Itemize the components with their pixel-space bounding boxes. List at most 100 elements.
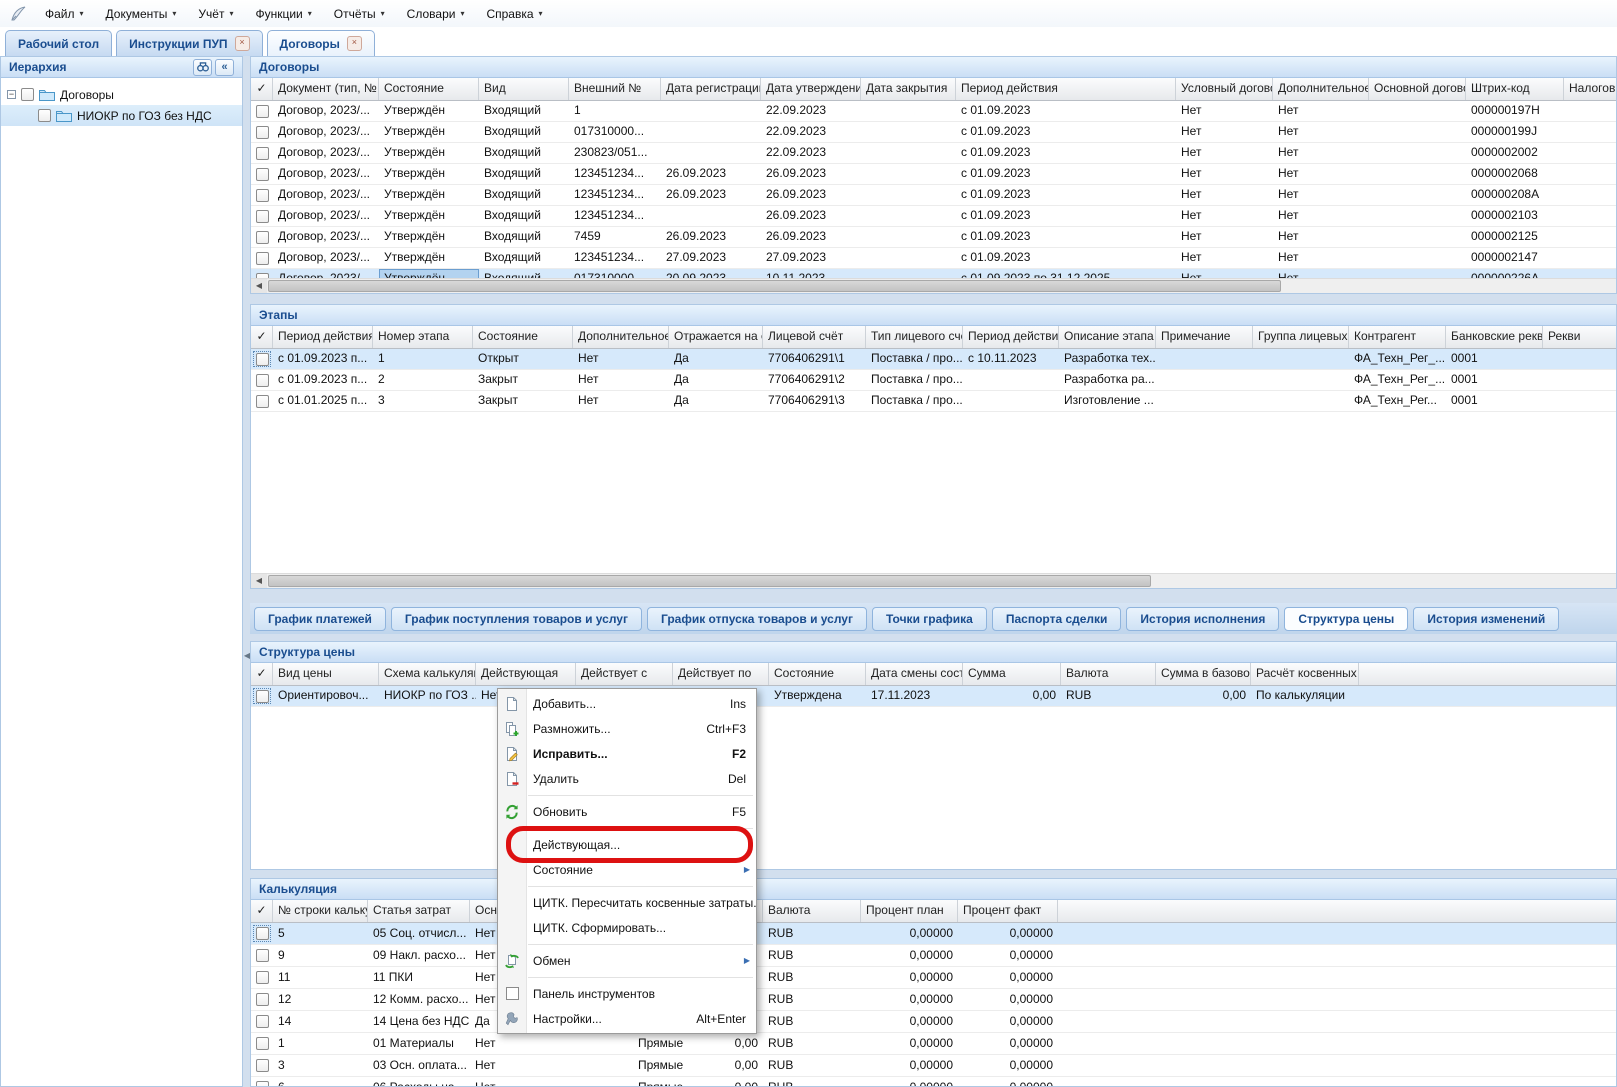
cell[interactable] <box>1369 227 1466 247</box>
cell[interactable]: 0000002103 <box>1466 206 1564 226</box>
cell[interactable]: 000000208A <box>1466 185 1564 205</box>
cell[interactable] <box>251 349 273 369</box>
cell[interactable]: 11 <box>273 967 368 988</box>
cell[interactable]: Ориентировоч... <box>273 686 379 706</box>
cell[interactable]: 27.09.2023 <box>761 248 861 268</box>
cell[interactable]: с 01.09.2023 <box>956 122 1176 142</box>
cell[interactable]: Нет <box>1176 185 1273 205</box>
table-row[interactable]: Договор, 2023/...УтверждёнВходящий123451… <box>251 164 1616 185</box>
cell[interactable]: ФА_Техн_Рег... <box>1349 391 1446 411</box>
column-header[interactable]: Документ (тип, № <box>273 78 379 100</box>
cell[interactable]: Поставка / про... <box>866 370 963 390</box>
cell[interactable]: 0,00000 <box>958 1077 1058 1087</box>
column-header[interactable]: Период действия л <box>963 326 1059 348</box>
row-checkbox[interactable] <box>256 168 269 181</box>
cell[interactable] <box>251 1077 273 1087</box>
column-header[interactable]: Действует по <box>673 663 769 685</box>
cell[interactable] <box>251 206 273 226</box>
context-menu-item[interactable]: ЦИТК. Пересчитать косвенные затраты... <box>498 890 756 915</box>
context-menu-item[interactable]: Размножить...Ctrl+F3 <box>498 716 756 741</box>
cell[interactable]: 0001 <box>1446 370 1543 390</box>
cell[interactable]: 0,00000 <box>958 945 1058 966</box>
table-row[interactable]: 101 МатериалыНетПрямые0,00RUB0,000000,00… <box>251 1033 1616 1055</box>
cell[interactable] <box>251 164 273 184</box>
cell[interactable]: 0001 <box>1446 349 1543 369</box>
row-checkbox[interactable] <box>256 395 269 408</box>
cell[interactable]: Изготовление ... <box>1059 391 1156 411</box>
cell[interactable] <box>533 1077 633 1087</box>
column-header[interactable]: Банковские реквиз <box>1446 326 1543 348</box>
cell[interactable]: 0,00000 <box>861 1077 958 1087</box>
cell[interactable] <box>1564 248 1617 268</box>
cell[interactable]: Договор, 2023/... <box>273 143 379 163</box>
cell[interactable]: 0,00000 <box>861 989 958 1010</box>
cell[interactable]: Договор, 2023/... <box>273 122 379 142</box>
cell[interactable] <box>251 122 273 142</box>
cell[interactable]: Нет <box>1176 248 1273 268</box>
cell[interactable] <box>861 185 956 205</box>
column-header[interactable]: Тип лицевого счёт <box>866 326 963 348</box>
cell[interactable]: Нет <box>1273 206 1369 226</box>
cell[interactable]: Нет <box>1273 101 1369 121</box>
cell[interactable] <box>251 686 273 706</box>
cell[interactable]: Нет <box>470 1077 533 1087</box>
cell[interactable]: 0000002125 <box>1466 227 1564 247</box>
table-row[interactable]: 505 Соц. отчисл...НетRUB0,000000,00000 <box>251 923 1616 945</box>
cell[interactable] <box>1253 391 1349 411</box>
subtab[interactable]: График поступления товаров и услуг <box>391 607 642 631</box>
column-header[interactable]: Сумма <box>963 663 1061 685</box>
cell[interactable] <box>1253 349 1349 369</box>
cell[interactable]: Нет <box>1273 185 1369 205</box>
cell[interactable]: 6 <box>273 1077 368 1087</box>
row-checkbox[interactable] <box>256 971 269 984</box>
cell[interactable]: 14 <box>273 1011 368 1032</box>
cell[interactable] <box>251 923 273 944</box>
cell[interactable]: Договор, 2023/... <box>273 206 379 226</box>
cell[interactable]: Утверждена <box>769 686 866 706</box>
column-header[interactable]: Группа лицевых сч <box>1253 326 1349 348</box>
menubar-item[interactable]: Учёт▾ <box>187 0 244 27</box>
table-row[interactable]: 1414 Цена без НДСДаRUB0,000000,00000 <box>251 1011 1616 1033</box>
menubar-item[interactable]: Документы▾ <box>95 0 188 27</box>
cell[interactable]: RUB <box>763 945 861 966</box>
cell[interactable]: 0,00000 <box>958 1033 1058 1054</box>
cell[interactable]: RUB <box>763 1033 861 1054</box>
cell[interactable]: 7706406291\3 <box>763 391 866 411</box>
cell[interactable]: Нет <box>470 1033 533 1054</box>
cell[interactable]: Нет <box>1273 143 1369 163</box>
column-header[interactable]: Валюта <box>1061 663 1156 685</box>
cell[interactable] <box>251 989 273 1010</box>
row-checkbox[interactable] <box>256 105 269 118</box>
row-checkbox[interactable] <box>256 1059 269 1072</box>
cell[interactable]: 0000002002 <box>1466 143 1564 163</box>
cell[interactable]: 0,00000 <box>958 1055 1058 1076</box>
cell[interactable]: Нет <box>1176 122 1273 142</box>
cell[interactable] <box>661 122 761 142</box>
cell[interactable]: RUB <box>763 923 861 944</box>
cell[interactable]: 7706406291\2 <box>763 370 866 390</box>
cell[interactable]: 0,00000 <box>861 1033 958 1054</box>
cell[interactable]: 0,00 <box>701 1033 763 1054</box>
row-checkbox[interactable] <box>256 1037 269 1050</box>
row-checkbox[interactable] <box>256 690 269 703</box>
cell[interactable] <box>1369 164 1466 184</box>
cell[interactable] <box>1564 101 1617 121</box>
scrollbar-thumb[interactable] <box>268 280 1281 292</box>
cell[interactable]: По калькуляции <box>1251 686 1359 706</box>
row-checkbox[interactable] <box>256 252 269 265</box>
cell[interactable] <box>1369 122 1466 142</box>
column-header[interactable]: Дата закрытия <box>861 78 956 100</box>
cell[interactable]: Поставка / про... <box>866 391 963 411</box>
cell[interactable] <box>533 1033 633 1054</box>
scroll-left-icon[interactable]: ◀ <box>251 574 267 588</box>
cell[interactable] <box>861 164 956 184</box>
cell[interactable]: RUB <box>763 1077 861 1087</box>
cell[interactable]: RUB <box>763 989 861 1010</box>
cell[interactable] <box>1543 349 1617 369</box>
cell[interactable]: 0,00 <box>963 686 1061 706</box>
cell[interactable]: с 01.09.2023 <box>956 206 1176 226</box>
context-menu-item[interactable]: Состояние▶ <box>498 857 756 882</box>
cell[interactable]: Утверждён <box>379 248 479 268</box>
tree-item[interactable]: НИОКР по ГОЗ без НДС <box>1 105 242 126</box>
cell[interactable]: Да <box>669 391 763 411</box>
